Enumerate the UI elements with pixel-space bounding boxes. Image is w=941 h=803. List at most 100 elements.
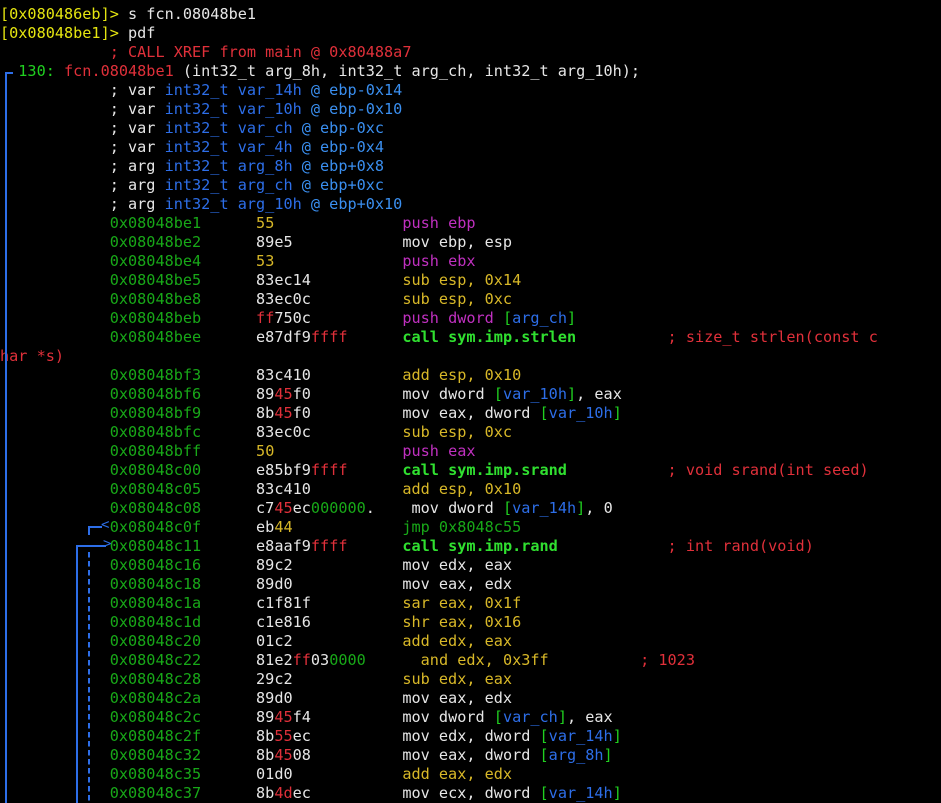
text-segment: var_10h — [548, 404, 613, 422]
text-segment: 0x08048be8 — [0, 290, 202, 308]
text-segment: ; void srand(int seed) — [566, 461, 869, 479]
text-segment: (int32_t arg_8h, int32_t arg_ch, int32_t… — [173, 62, 641, 80]
disasm-line: 0x08048c08 c745ec000000. mov dword [var_… — [0, 499, 613, 518]
text-segment: 0x08048c28 — [0, 670, 202, 688]
text-segment: push dword — [402, 309, 503, 327]
disasm-line: 0x08048bff 50 push eax — [0, 442, 476, 461]
text-segment: 0x08048bf9 — [0, 404, 202, 422]
text-segment: mov eax, dword — [402, 404, 540, 422]
text-segment: ] — [612, 727, 622, 745]
text-segment: mov dword — [411, 499, 503, 517]
text-segment: ] — [612, 784, 622, 802]
text-segment: 0x08048bfc — [0, 423, 202, 441]
text-segment: mov eax, edx — [402, 689, 513, 707]
text-segment: mov edx, dword — [402, 727, 540, 745]
text-segment: var_14h — [512, 499, 577, 517]
text-segment: push eax — [402, 442, 476, 460]
text-segment: mov ecx, dword — [402, 784, 540, 802]
text-segment: , eax — [566, 708, 613, 726]
text-segment: arg_8h — [548, 746, 604, 764]
text-segment: ffff — [310, 537, 348, 555]
text-segment: 45 — [274, 746, 293, 764]
text-segment: var_14h — [548, 727, 613, 745]
text-segment: int32_t var_ch — [164, 119, 293, 137]
text-segment: 8b — [201, 784, 275, 802]
text-segment: int32_t var_4h — [164, 138, 293, 156]
text-segment: sub esp, 0xc — [402, 290, 513, 308]
text-segment: 83c410 — [201, 480, 403, 498]
text-segment: mov edx, eax — [402, 556, 513, 574]
text-segment: 03 — [310, 651, 330, 669]
text-segment: @ ebp-0x14 — [301, 81, 403, 99]
disasm-line: 0x08048c00 e85bf9ffff call sym.imp.srand… — [0, 461, 869, 480]
text-segment: c7 — [201, 499, 275, 517]
function-signature: 130: fcn.08048be1 (int32_t arg_8h, int32… — [0, 62, 640, 81]
text-segment: 750c — [274, 309, 311, 327]
disasm-line: 0x08048c1d c1e816 shr eax, 0x16 — [0, 613, 522, 632]
text-segment: @ ebp-0xc — [292, 119, 385, 137]
text-segment: 83ec0c — [201, 423, 403, 441]
text-segment: 4d — [274, 784, 293, 802]
text-segment: add esp, 0x10 — [402, 480, 522, 498]
text-segment: add eax, edx — [402, 765, 513, 783]
text-segment: , 0 — [585, 499, 613, 517]
disasm-line: 0x08048c1a c1f81f sar eax, 0x1f — [0, 594, 522, 613]
text-segment: ] — [612, 404, 622, 422]
text-segment: 89d0 — [201, 689, 403, 707]
text-segment: mov eax, dword — [402, 746, 540, 764]
loop-arrow-v — [76, 546, 78, 803]
text-segment: 0x08048beb — [0, 309, 202, 327]
text-segment: 89d0 — [201, 575, 403, 593]
jump-arrow-icon: < — [101, 517, 110, 533]
text-segment — [201, 252, 256, 270]
text-segment: 0x08048c2c — [0, 708, 202, 726]
prompt-line: [0x08048be1]> pdf — [0, 24, 155, 43]
disasm-line: 0x08048bf9 8b45f0 mov eax, dword [var_10… — [0, 404, 622, 423]
text-segment: ; arg — [0, 176, 165, 194]
function-bracket-line — [5, 72, 7, 803]
disasm-line: 0x08048bfc 83ec0c sub esp, 0xc — [0, 423, 512, 442]
radare2-terminal[interactable]: [0x080486eb]> s fcn.08048be1 [0x08048be1]… — [0, 0, 941, 803]
disasm-line: 0x08048be5 83ec14 sub esp, 0x14 — [0, 271, 522, 290]
disasm-line: 0x08048c05 83c410 add esp, 0x10 — [0, 480, 522, 499]
text-segment: 0000 — [329, 651, 366, 669]
text-segment — [201, 442, 256, 460]
text-segment: var_10h — [502, 385, 567, 403]
prompt-line: [0x080486eb]> s fcn.08048be1 — [0, 5, 256, 24]
text-segment: call sym.imp.strlen — [402, 328, 577, 346]
disasm-line: ; var int32_t var_14h @ ebp-0x14 — [0, 81, 403, 100]
text-segment: 81e2 — [201, 651, 293, 669]
text-segment: ] — [603, 746, 613, 764]
text-segment: 0x08048c37 — [0, 784, 202, 802]
disasm-line: ; arg int32_t arg_10h @ ebp+0x10 — [0, 195, 403, 214]
text-segment: ffff — [310, 461, 348, 479]
text-segment: eb — [201, 518, 275, 536]
text-segment: 55 — [256, 214, 275, 232]
text-segment: 50 — [256, 442, 275, 460]
text-segment — [347, 328, 402, 346]
text-segment: and edx, 0x3ff — [420, 651, 549, 669]
text-segment: [0x08048be1]> — [0, 24, 129, 42]
text-segment — [293, 518, 403, 536]
text-segment: . — [365, 499, 412, 517]
text-segment: [ — [539, 404, 549, 422]
text-segment: int32_t arg_ch — [164, 176, 293, 194]
text-segment: @ ebp-0x4 — [292, 138, 385, 156]
disasm-line: ; var int32_t var_10h @ ebp-0x10 — [0, 100, 403, 119]
text-segment: mov ebp, esp — [402, 233, 513, 251]
text-segment: 45 — [274, 708, 293, 726]
text-segment: 0x08048c1a — [0, 594, 202, 612]
text-segment: ; size_t strlen(const c — [576, 328, 878, 346]
text-segment: [0x080486eb]> — [0, 5, 129, 23]
xref-comment: ; CALL XREF from main @ 0x80488a7 — [0, 43, 412, 62]
text-segment: var_14h — [548, 784, 613, 802]
text-segment: e8aaf9 — [201, 537, 311, 555]
jump-arrow-corner-v — [88, 527, 90, 535]
text-segment: 0x08048c22 — [0, 651, 202, 669]
text-segment: [ — [502, 499, 513, 517]
loop-dashed-line — [88, 552, 90, 803]
text-segment: ; var — [0, 138, 165, 156]
text-segment: 45 — [274, 499, 293, 517]
text-segment: @ ebp+0xc — [292, 176, 385, 194]
text-segment: call sym.imp.rand — [402, 537, 558, 555]
